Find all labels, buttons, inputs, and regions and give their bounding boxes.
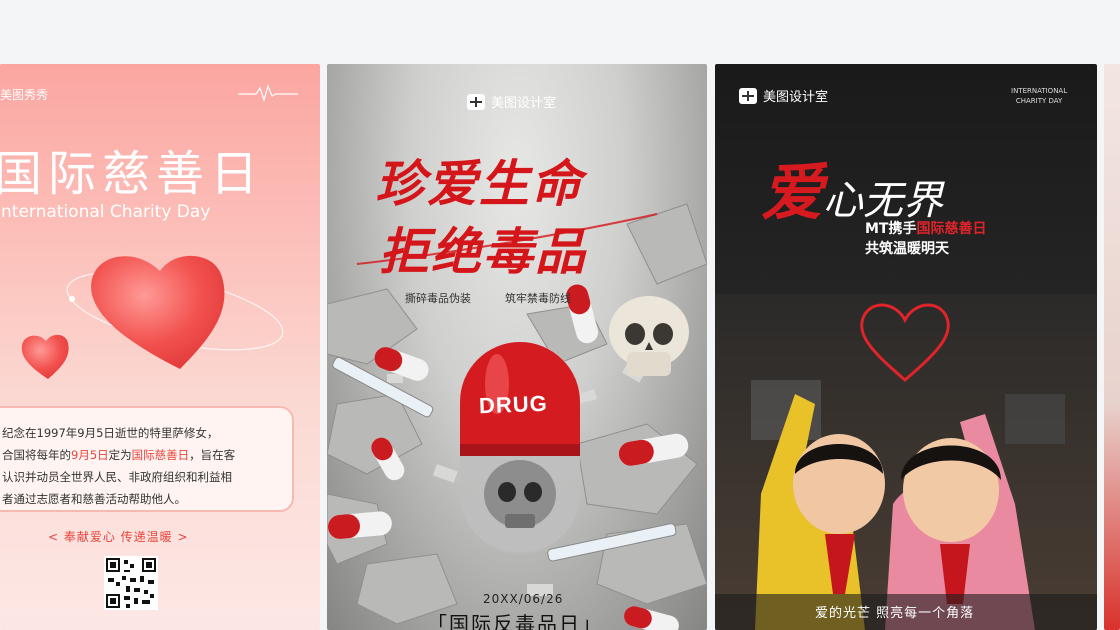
poster-caption: 爱的光芒 照亮每一个角落	[815, 606, 975, 621]
template-card-charity-day-pink[interactable]: 美图秀秀 国际慈善日 International Charity Day 纪念在…	[0, 64, 320, 630]
poster-title: 国际慈善日	[0, 146, 265, 202]
description-line: 者通过志愿者和慈善活动帮助他人。	[2, 492, 186, 506]
description-line: 纪念在1997年9月5日逝世的特里萨修女，	[2, 426, 219, 440]
poster-bottom-title: 「国际反毒品日」	[427, 612, 603, 630]
description-box: 纪念在1997年9月5日逝世的特里萨修女， 合国将每年的9月5日定为国际慈善日，…	[0, 406, 294, 512]
template-card-love-no-borders[interactable]: 美图设计室 INTERNATIONAL CHARITY DAY 爱心无界 MT携手…	[715, 64, 1097, 630]
template-card-partial[interactable]	[1104, 64, 1120, 630]
poster-subtitle-line1: MT携手国际慈善日	[865, 221, 987, 237]
drug-capsule	[460, 342, 580, 554]
capsule-label: DRUG	[478, 390, 549, 419]
pulse-line-icon	[238, 84, 298, 102]
brand-logo-icon	[739, 87, 757, 104]
brand-label: 美图秀秀	[0, 88, 49, 102]
template-card-anti-drug[interactable]: 美图设计室 珍爱生命 拒绝毒品 撕碎毒品伪装 筑牢禁毒防线 DRUG 20XX/0…	[327, 64, 707, 630]
qr-code	[104, 556, 158, 610]
poster-title-line1: 珍爱生命	[375, 154, 583, 213]
description-line: 认识并动员全世界人民、非政府组织和利益相	[2, 470, 232, 484]
brand-label: 美图设计室	[739, 86, 828, 105]
brand-label: 美图设计室	[467, 92, 556, 111]
children-photo	[715, 294, 1097, 630]
poster-subtitle-line2: 共筑温暖明天	[865, 241, 949, 257]
brand-logo-icon	[467, 93, 485, 110]
heart-icon	[21, 255, 284, 379]
card-bottom-strip	[0, 617, 320, 630]
poster-tags: 撕碎毒品伪装 筑牢禁毒防线	[405, 292, 571, 305]
poster-title-line2: 拒绝毒品	[379, 222, 587, 281]
slogan: < 奉献爱心 传递温暖 >	[48, 530, 189, 544]
intl-charity-label: INTERNATIONAL CHARITY DAY	[1011, 87, 1068, 105]
description-line: 合国将每年的9月5日定为国际慈善日，旨在客	[2, 448, 236, 462]
poster-date: 20XX/06/26	[483, 592, 564, 606]
poster-subtitle: International Charity Day	[0, 202, 211, 222]
